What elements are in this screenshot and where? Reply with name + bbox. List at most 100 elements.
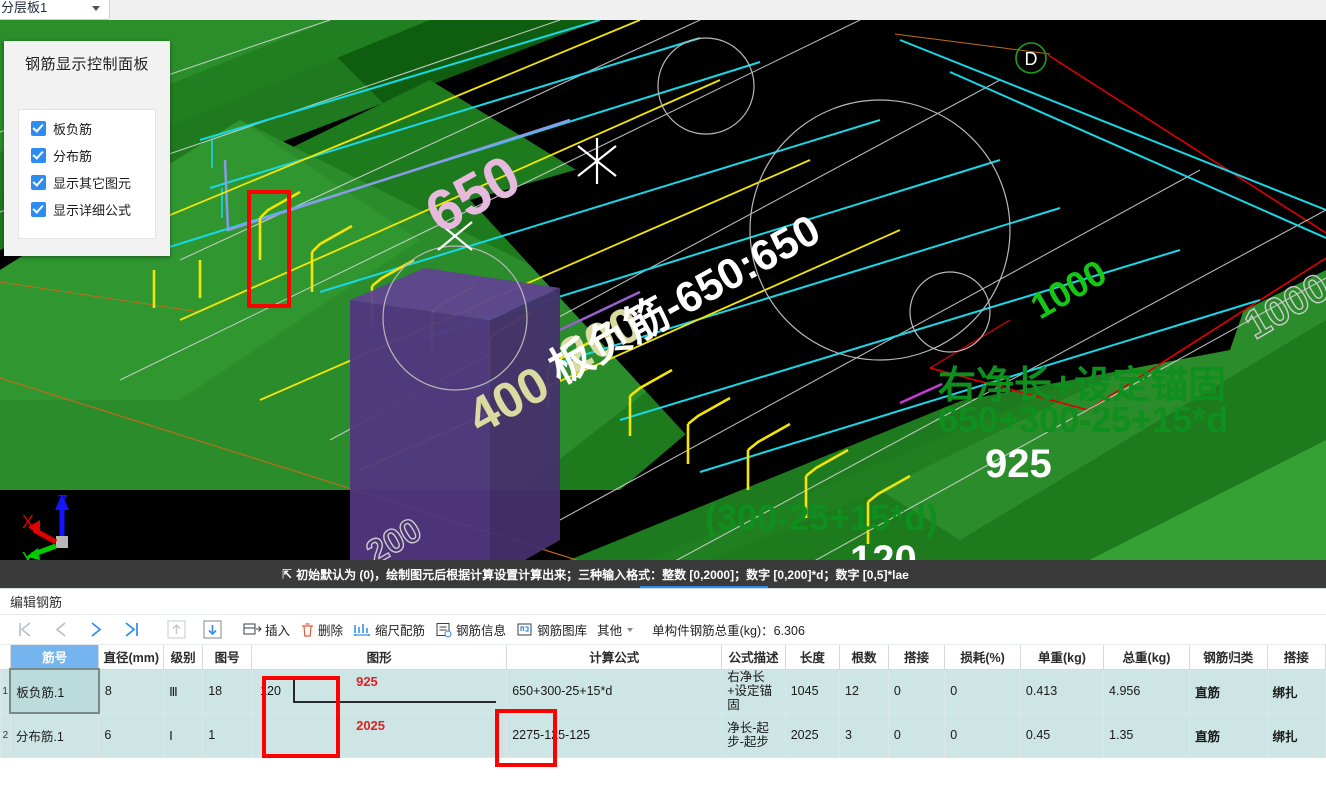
3d-scene: D 650 400 200 板负筋-650:650 1000 1000 200 …	[0, 20, 1326, 580]
cell-length[interactable]: 2025	[784, 712, 841, 758]
column-header-lap[interactable]: 搭接	[887, 645, 946, 670]
cell-shape-no[interactable]: 18	[202, 668, 253, 714]
cell-formula[interactable]: 650+300-25+15*d	[506, 668, 723, 714]
rebar-library-button[interactable]: 钢筋图库	[511, 617, 592, 643]
cell-rebar-category[interactable]: 直筋	[1189, 668, 1268, 714]
cell-total-weight[interactable]: 1.35	[1103, 712, 1190, 758]
checkbox-icon[interactable]	[31, 175, 46, 190]
column-header-rebar-category[interactable]: 钢筋归类	[1189, 645, 1268, 670]
column-header-length[interactable]: 长度	[784, 645, 841, 670]
checkbox-row-show-other-elements[interactable]: 显示其它图元	[31, 173, 155, 192]
cell-loss[interactable]: 0	[944, 712, 1021, 758]
layer-selector[interactable]: 分层板1	[0, 0, 110, 20]
column-header-rebar-no[interactable]: 筋号	[9, 645, 100, 670]
shape-dim-horizontal: 2025	[356, 717, 386, 733]
rebar-panel-title: 钢筋显示控制面板	[24, 56, 149, 73]
rebar-panel-options: 板负筋 分布筋 显示其它图元 显示详细公式	[18, 109, 156, 239]
column-header-count[interactable]: 根数	[839, 645, 889, 670]
rebar-info-label: 钢筋信息	[456, 624, 507, 638]
edit-rebar-pane: 编辑钢筋 插入 删除 缩尺配筋 钢筋信息 钢筋图库 其他 单构件钢筋总重(kg)…	[0, 588, 1326, 786]
checkbox-icon[interactable]	[31, 202, 46, 217]
insert-row-icon	[243, 622, 262, 638]
delete-row-button[interactable]: 删除	[295, 617, 348, 643]
table-row[interactable]: 1 板负筋.1 8 Ⅲ 18 120 925 650+300-25+15*d 右…	[0, 668, 1326, 714]
cell-diameter[interactable]: 6	[98, 712, 165, 758]
cell-count[interactable]: 3	[839, 712, 889, 758]
table-row[interactable]: 2 分布筋.1 6 Ⅰ 1 2025 2275-125-125 净长-起步-起步…	[0, 712, 1326, 758]
other-menu-button[interactable]: 其他	[592, 617, 638, 643]
rebar-table: 筋号 直径(mm) 级别 图号 图形 计算公式 公式描述 长度 根数 搭接 损耗…	[0, 645, 1326, 758]
scale-rebar-icon	[353, 622, 372, 638]
cell-lap[interactable]: 0	[887, 712, 946, 758]
checkbox-label: 显示其它图元	[53, 176, 132, 191]
status-underline-accent	[640, 586, 768, 588]
shape-dim-vertical: 120	[260, 683, 281, 698]
edit-rebar-title-text: 编辑钢筋	[10, 595, 63, 610]
move-up-button[interactable]	[158, 617, 194, 643]
checkbox-label: 分布筋	[53, 149, 93, 164]
checkbox-label: 显示详细公式	[53, 203, 132, 218]
cell-unit-weight[interactable]: 0.45	[1019, 712, 1105, 758]
layer-selector-value: 分层板1	[1, 0, 48, 15]
column-header-formula[interactable]: 计算公式	[506, 645, 723, 670]
chevron-down-icon	[627, 627, 634, 632]
column-header-grade[interactable]: 级别	[163, 645, 204, 670]
first-record-button[interactable]	[6, 617, 42, 643]
first-page-icon	[18, 622, 31, 637]
cell-formula[interactable]: 2275-125-125	[506, 712, 723, 758]
last-record-button[interactable]	[114, 617, 150, 643]
3d-viewport[interactable]: D 650 400 200 板负筋-650:650 1000 1000 200 …	[0, 20, 1326, 580]
cell-formula-desc[interactable]: 净长-起步-起步	[721, 712, 786, 758]
checkbox-row-distribution-rebar[interactable]: 分布筋	[31, 146, 155, 165]
cell-rebar-category[interactable]: 直筋	[1189, 712, 1268, 758]
insert-row-button[interactable]: 插入	[238, 617, 295, 643]
checkbox-icon[interactable]	[31, 121, 46, 136]
next-record-button[interactable]	[78, 617, 114, 643]
cell-lap-type[interactable]: 绑扎	[1266, 712, 1326, 758]
last-page-icon	[124, 622, 138, 637]
column-header-unit-weight[interactable]: 单重(kg)	[1019, 645, 1105, 670]
rebar-display-control-panel[interactable]: 钢筋显示控制面板 板负筋 分布筋 显示其它图元 显示详细公式	[4, 41, 170, 256]
total-weight-value: 6.306	[773, 624, 805, 638]
cell-grade[interactable]: Ⅰ	[163, 712, 204, 758]
cell-lap[interactable]: 0	[887, 668, 946, 714]
checkbox-row-slab-negative-rebar[interactable]: 板负筋	[31, 119, 155, 138]
column-header-loss[interactable]: 损耗(%)	[944, 645, 1021, 670]
chevron-down-icon	[92, 5, 100, 11]
cell-shape[interactable]: 120 925	[251, 668, 508, 714]
axis-label-x: X	[22, 512, 34, 532]
insert-row-label: 插入	[265, 624, 291, 638]
annotation-formula-partial: (300-25+15*d)	[705, 497, 938, 538]
cell-diameter[interactable]: 8	[98, 668, 165, 714]
arrow-down-icon	[203, 620, 221, 639]
next-page-icon	[90, 622, 101, 637]
checkbox-row-show-detailed-formula[interactable]: 显示详细公式	[31, 200, 155, 219]
rebar-table-wrapper[interactable]: 筋号 直径(mm) 级别 图号 图形 计算公式 公式描述 长度 根数 搭接 损耗…	[0, 645, 1326, 758]
cell-length[interactable]: 1045	[784, 668, 841, 714]
column-header-diameter[interactable]: 直径(mm)	[98, 645, 165, 670]
delete-row-label: 删除	[318, 624, 344, 638]
column-header-formula-desc[interactable]: 公式描述	[721, 645, 786, 670]
cell-lap-type[interactable]: 绑扎	[1266, 668, 1326, 714]
column-header-lap-type[interactable]: 搭接	[1266, 645, 1326, 670]
rebar-shape-diagram	[293, 679, 497, 703]
scale-rebar-button[interactable]: 缩尺配筋	[348, 617, 430, 643]
checkbox-icon[interactable]	[31, 148, 46, 163]
cell-rebar-no[interactable]: 板负筋.1	[9, 668, 100, 714]
cell-formula-desc[interactable]: 右净长+设定锚固	[721, 668, 786, 714]
cell-unit-weight[interactable]: 0.413	[1019, 668, 1105, 714]
prev-record-button[interactable]	[42, 617, 78, 643]
cell-loss[interactable]: 0	[944, 668, 1021, 714]
cell-shape[interactable]: 2025	[251, 712, 508, 758]
cell-shape-no[interactable]: 1	[202, 712, 253, 758]
cell-rebar-no[interactable]: 分布筋.1	[9, 712, 100, 758]
cell-total-weight[interactable]: 4.956	[1103, 668, 1190, 714]
move-down-button[interactable]	[194, 617, 230, 643]
column-header-total-weight[interactable]: 总重(kg)	[1103, 645, 1190, 670]
cell-grade[interactable]: Ⅲ	[163, 668, 204, 714]
column-header-shape-no[interactable]: 图号	[202, 645, 253, 670]
cell-count[interactable]: 12	[839, 668, 889, 714]
total-weight-label: 单构件钢筋总重(kg)：	[652, 624, 774, 638]
column-header-shape[interactable]: 图形	[251, 645, 508, 670]
rebar-info-button[interactable]: 钢筋信息	[430, 617, 511, 643]
